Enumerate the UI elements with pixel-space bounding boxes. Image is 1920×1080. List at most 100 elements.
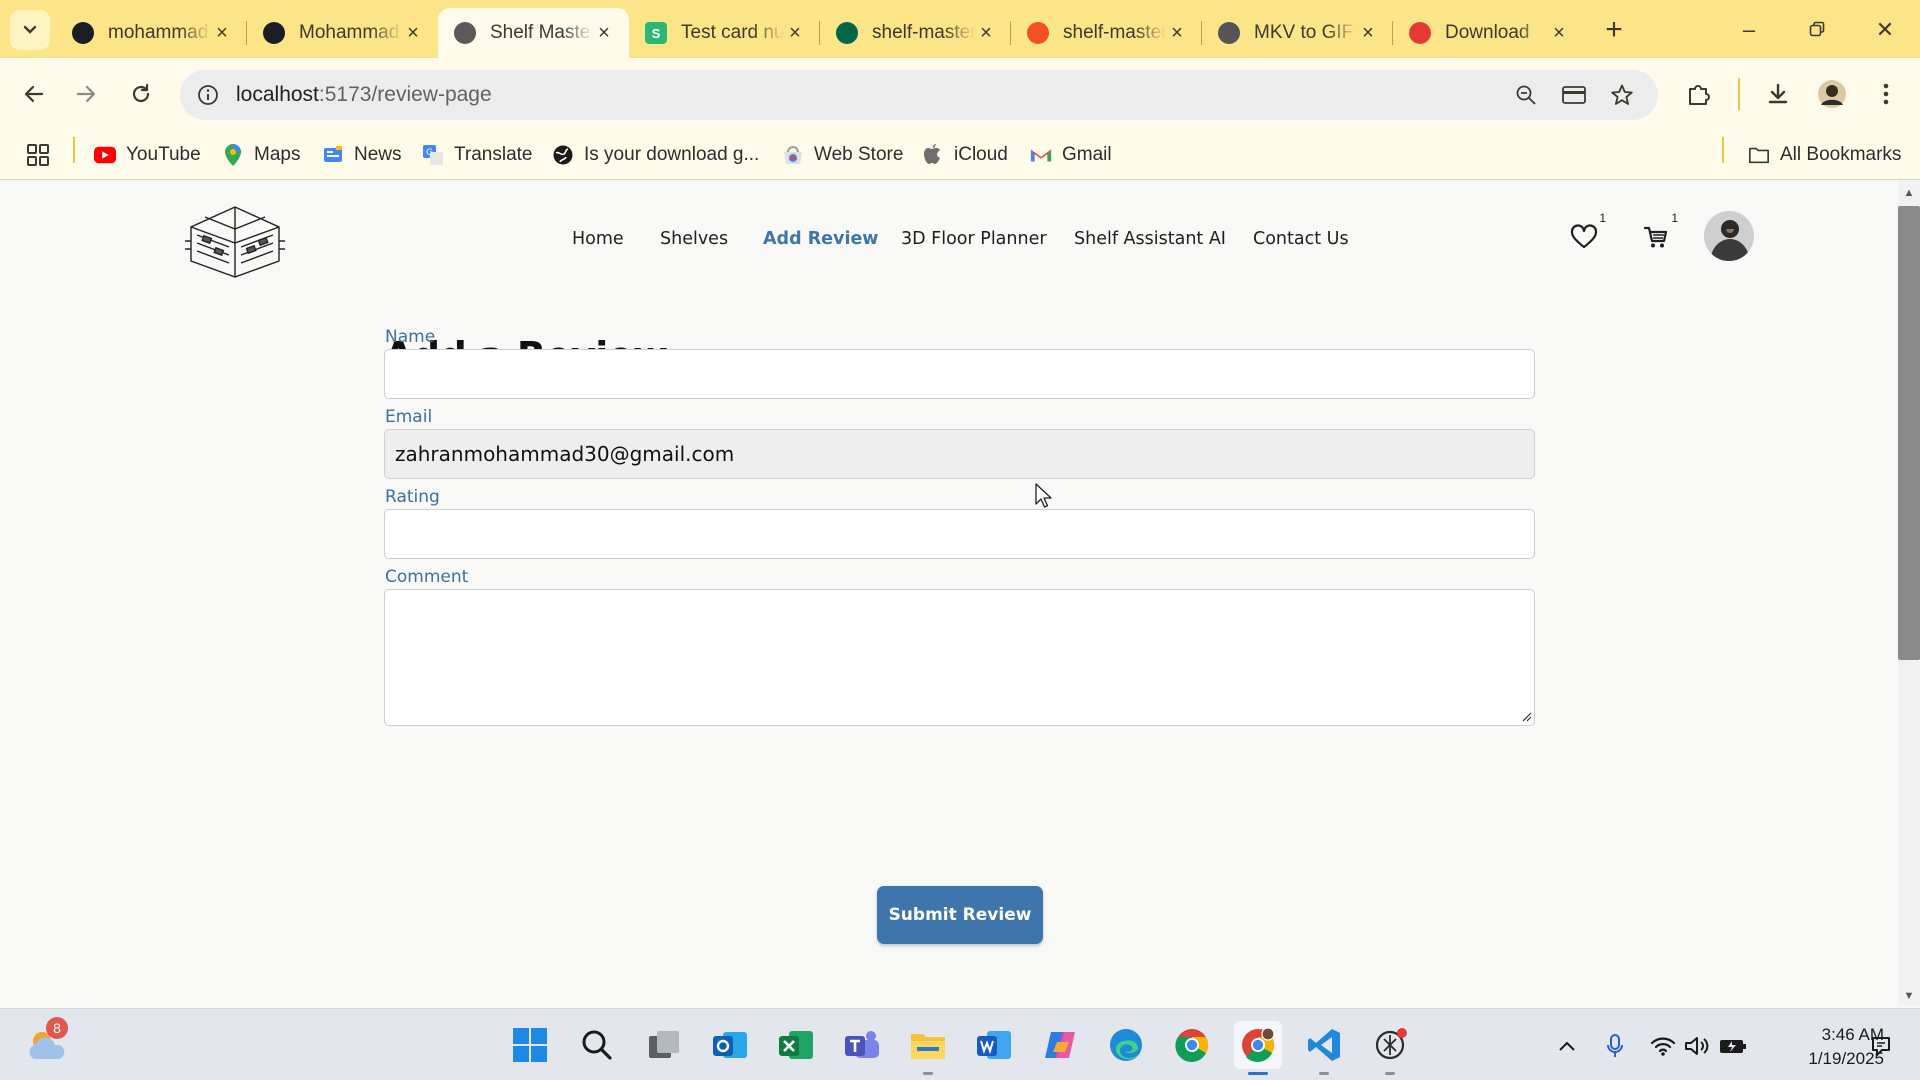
submit-review-button[interactable]: Submit Review bbox=[877, 886, 1043, 944]
close-tab-icon[interactable]: × bbox=[1357, 22, 1379, 44]
browser-tab[interactable]: mohammad × bbox=[56, 8, 247, 58]
excel-icon bbox=[779, 1031, 813, 1059]
excel-app[interactable] bbox=[772, 1021, 820, 1069]
url-text[interactable]: localhost:5173/review-page bbox=[236, 83, 492, 107]
weather-widget[interactable]: 8 bbox=[22, 1017, 74, 1069]
browser-tab[interactable]: Shelf Master × bbox=[438, 8, 629, 58]
volume-tray[interactable] bbox=[1682, 1031, 1712, 1061]
browser-tab[interactable]: Download × bbox=[1393, 8, 1584, 58]
comment-textarea[interactable] bbox=[384, 589, 1535, 726]
bookmark-maps[interactable]: Maps bbox=[222, 140, 300, 170]
wifi-tray[interactable] bbox=[1648, 1031, 1678, 1061]
arrow-right-icon bbox=[76, 85, 96, 103]
notifications-tray[interactable] bbox=[1866, 1031, 1896, 1061]
tab-title: shelf-master bbox=[1063, 22, 1166, 43]
vscode-app[interactable] bbox=[1300, 1021, 1348, 1075]
browser-tab[interactable]: S Test card numbers× bbox=[629, 8, 820, 58]
teams-app[interactable] bbox=[838, 1021, 886, 1069]
close-tab-icon[interactable]: × bbox=[402, 22, 424, 44]
bookmark-translate[interactable]: G Translate bbox=[422, 140, 533, 170]
scroll-up-arrow[interactable]: ▲ bbox=[1898, 183, 1920, 203]
speaker-icon bbox=[1685, 1037, 1709, 1055]
apps-button[interactable] bbox=[26, 140, 50, 170]
back-button[interactable] bbox=[14, 74, 54, 114]
nav-contact-us[interactable]: Contact Us bbox=[1253, 229, 1349, 249]
extensions-button[interactable] bbox=[1679, 74, 1719, 114]
close-tab-icon[interactable]: × bbox=[593, 22, 615, 44]
bookmark-is[interactable]: Is your download g... bbox=[552, 140, 759, 170]
show-hidden-icons-button[interactable] bbox=[1552, 1031, 1582, 1061]
battery-tray[interactable] bbox=[1718, 1031, 1748, 1061]
maps-pin-icon bbox=[222, 144, 244, 166]
downloads-button[interactable] bbox=[1758, 74, 1798, 114]
close-window-button[interactable]: ✕ bbox=[1862, 12, 1908, 48]
resize-handle-icon[interactable] bbox=[1520, 710, 1532, 722]
tab-search-button[interactable] bbox=[10, 10, 50, 50]
rating-input[interactable] bbox=[384, 509, 1535, 559]
chrome-profile-app[interactable] bbox=[1234, 1021, 1282, 1075]
chrome-icon bbox=[1175, 1029, 1209, 1062]
bookmarks-divider bbox=[73, 137, 75, 163]
running-indicator bbox=[923, 1072, 933, 1075]
address-bar[interactable]: localhost:5173/review-page bbox=[180, 70, 1658, 120]
chatgpt-app[interactable] bbox=[1366, 1021, 1414, 1075]
user-avatar[interactable] bbox=[1704, 211, 1754, 261]
minimize-button[interactable]: – bbox=[1726, 12, 1772, 48]
restore-button[interactable] bbox=[1794, 12, 1840, 48]
close-tab-icon[interactable]: × bbox=[1166, 22, 1188, 44]
task-view-button[interactable] bbox=[640, 1021, 688, 1069]
browser-tab[interactable]: Mohammad × bbox=[247, 8, 438, 58]
payment-card-icon[interactable] bbox=[1558, 79, 1590, 111]
bookmark-icloud[interactable]: iCloud bbox=[922, 140, 1008, 170]
browser-tab[interactable]: MKV to GIF × bbox=[1202, 8, 1393, 58]
kebab-menu-icon bbox=[1883, 83, 1889, 105]
bookmark-gmail[interactable]: Gmail bbox=[1030, 140, 1112, 170]
profile-button[interactable] bbox=[1812, 74, 1852, 114]
puzzle-icon bbox=[1689, 85, 1710, 105]
bookmark-web[interactable]: Web Store bbox=[782, 140, 903, 170]
bookmark-youtube[interactable]: YouTube bbox=[94, 140, 201, 170]
nav-shelf-assistant-ai[interactable]: Shelf Assistant AI bbox=[1074, 229, 1226, 249]
site-info-icon[interactable] bbox=[192, 79, 224, 111]
scroll-down-arrow[interactable]: ▼ bbox=[1898, 986, 1920, 1006]
close-tab-icon[interactable]: × bbox=[784, 22, 806, 44]
bookmark-news[interactable]: News bbox=[322, 140, 402, 170]
browser-tab[interactable]: shelf-master × bbox=[820, 8, 1011, 58]
search-taskbar-button[interactable] bbox=[573, 1021, 621, 1069]
zoom-icon[interactable] bbox=[1510, 79, 1542, 111]
file-explorer-app[interactable] bbox=[904, 1021, 952, 1075]
forward-button[interactable] bbox=[66, 74, 106, 114]
github-icon bbox=[72, 22, 94, 44]
chrome-app[interactable] bbox=[1168, 1021, 1216, 1069]
nav-add-review[interactable]: Add Review bbox=[763, 229, 878, 249]
stripe-s-icon: S bbox=[645, 22, 667, 44]
nav-3d-floor-planner[interactable]: 3D Floor Planner bbox=[901, 229, 1047, 249]
reload-button[interactable] bbox=[121, 74, 161, 114]
microphone-tray[interactable] bbox=[1600, 1031, 1630, 1061]
gmail-icon bbox=[1030, 144, 1052, 166]
nav-home[interactable]: Home bbox=[572, 229, 624, 249]
word-app[interactable] bbox=[970, 1021, 1018, 1069]
shelf-master-logo[interactable] bbox=[183, 205, 287, 279]
all-bookmarks-button[interactable]: All Bookmarks bbox=[1748, 140, 1901, 170]
scrollbar-thumb[interactable] bbox=[1898, 206, 1920, 660]
running-indicator bbox=[1385, 1072, 1395, 1075]
cart-button[interactable]: 1 bbox=[1636, 211, 1678, 257]
new-tab-button[interactable]: + bbox=[1596, 12, 1632, 48]
close-tab-icon[interactable]: × bbox=[211, 22, 233, 44]
name-input[interactable] bbox=[384, 349, 1535, 399]
google-news-icon bbox=[322, 144, 344, 166]
start-button[interactable] bbox=[506, 1021, 554, 1069]
browser-tab[interactable]: shelf-master × bbox=[1011, 8, 1202, 58]
outlook-app[interactable] bbox=[706, 1021, 754, 1069]
browser-menu-button[interactable] bbox=[1866, 74, 1906, 114]
edge-app[interactable] bbox=[1102, 1021, 1150, 1069]
wishlist-button[interactable]: 1 bbox=[1564, 211, 1606, 257]
nav-shelves[interactable]: Shelves bbox=[660, 229, 728, 249]
bookmark-star-icon[interactable] bbox=[1606, 79, 1638, 111]
restore-icon bbox=[1809, 21, 1825, 37]
copilot-app[interactable] bbox=[1036, 1021, 1084, 1069]
close-tab-icon[interactable]: × bbox=[975, 22, 997, 44]
email-input[interactable] bbox=[384, 429, 1535, 479]
close-tab-icon[interactable]: × bbox=[1548, 22, 1570, 44]
